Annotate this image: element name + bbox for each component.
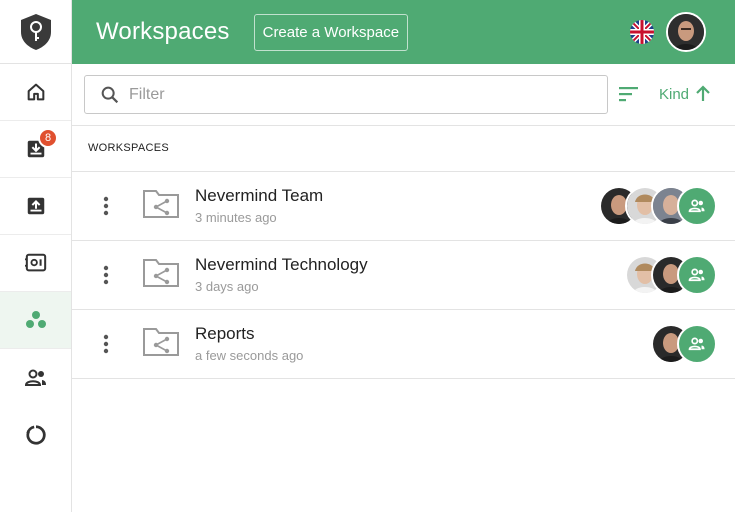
language-flag-icon[interactable] <box>630 20 654 44</box>
workspace-updated: a few seconds ago <box>195 348 304 363</box>
workspace-name: Nevermind Team <box>195 186 324 205</box>
people-icon <box>688 268 705 282</box>
people-icon <box>688 199 705 213</box>
workspaces-dots-icon <box>25 311 46 328</box>
workspace-row[interactable]: Nevermind Team 3 minutes ago <box>72 172 735 241</box>
app-root: 8 Workspaces Create a Workspace Filter K… <box>0 0 735 512</box>
create-workspace-button[interactable]: Create a Workspace <box>253 13 409 51</box>
page-title: Workspaces <box>96 18 230 45</box>
sort-lines-icon[interactable] <box>618 84 640 104</box>
safe-icon <box>24 253 46 272</box>
workspace-name: Nevermind Technology <box>195 255 368 274</box>
sidebar-item-contacts[interactable] <box>0 349 71 406</box>
logo[interactable] <box>0 0 71 64</box>
sidebar-item-outbox[interactable] <box>0 178 71 235</box>
workspace-row[interactable]: Nevermind Technology 3 days ago <box>72 241 735 310</box>
home-icon <box>27 83 44 101</box>
sort-kind-label: Kind <box>659 85 690 103</box>
filter-bar: Kind <box>72 64 735 126</box>
member-avatars <box>599 186 717 226</box>
sort-kind-button[interactable]: Kind <box>659 84 713 104</box>
inbox-count-badge: 8 <box>38 128 58 148</box>
shield-key-logo-icon <box>20 13 51 50</box>
workspace-list: Nevermind Team 3 minutes ago Nevermind T… <box>72 171 735 379</box>
more-vert-icon[interactable] <box>96 194 116 218</box>
search-icon <box>101 86 119 103</box>
people-icon <box>24 369 46 386</box>
sidebar-item-vault[interactable] <box>0 235 71 292</box>
member-avatars <box>625 255 717 295</box>
outbox-upload-icon <box>27 197 44 215</box>
share-members-button[interactable] <box>677 255 717 295</box>
member-avatars <box>651 324 717 364</box>
sidebar: 8 <box>0 0 72 512</box>
shared-folder-icon <box>143 190 179 218</box>
workspace-name: Reports <box>195 324 255 343</box>
shared-folder-icon <box>143 328 179 356</box>
sidebar-item-workspaces[interactable] <box>0 292 71 349</box>
share-members-button[interactable] <box>677 186 717 226</box>
top-app-bar: Workspaces Create a Workspace <box>72 0 735 64</box>
filter-input[interactable] <box>129 85 599 104</box>
workspace-row[interactable]: Reports a few seconds ago <box>72 310 735 379</box>
share-members-button[interactable] <box>677 324 717 364</box>
more-vert-icon[interactable] <box>96 263 116 287</box>
workspace-updated: 3 minutes ago <box>195 210 277 225</box>
workspace-updated: 3 days ago <box>195 279 259 294</box>
sidebar-item-home[interactable] <box>0 64 71 121</box>
people-icon <box>688 337 705 351</box>
sidebar-item-activity[interactable] <box>0 406 71 463</box>
shared-folder-icon <box>143 259 179 287</box>
section-heading: WORKSPACES <box>88 142 170 154</box>
arrow-up-icon <box>696 85 710 101</box>
sidebar-item-inbox[interactable]: 8 <box>0 121 71 178</box>
filter-field[interactable] <box>84 75 608 114</box>
circle-progress-icon <box>25 424 46 445</box>
more-vert-icon[interactable] <box>96 332 116 356</box>
user-avatar[interactable] <box>666 12 706 52</box>
